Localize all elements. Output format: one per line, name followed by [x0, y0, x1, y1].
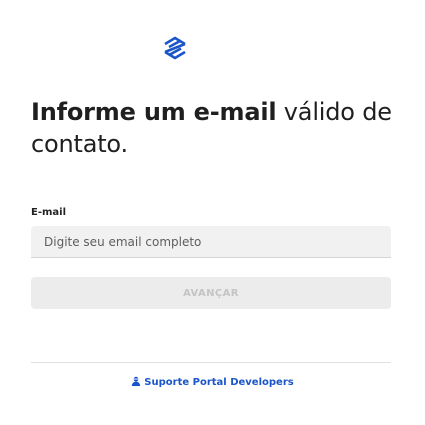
- submit-button[interactable]: AVANÇAR: [31, 277, 391, 309]
- login-page: Informe um e-mail válido de contato. E-m…: [0, 0, 425, 425]
- email-field[interactable]: [31, 226, 391, 258]
- bank-logo-icon: [164, 36, 186, 60]
- support-person-icon: [131, 376, 141, 389]
- email-label: E-mail: [31, 207, 67, 218]
- support-link-label: Suporte Portal Developers: [144, 377, 294, 388]
- divider: [31, 362, 391, 363]
- page-title: Informe um e-mail válido de contato.: [31, 96, 396, 160]
- support-link[interactable]: Suporte Portal Developers: [0, 376, 425, 389]
- page-title-strong: Informe um e-mail: [31, 98, 277, 126]
